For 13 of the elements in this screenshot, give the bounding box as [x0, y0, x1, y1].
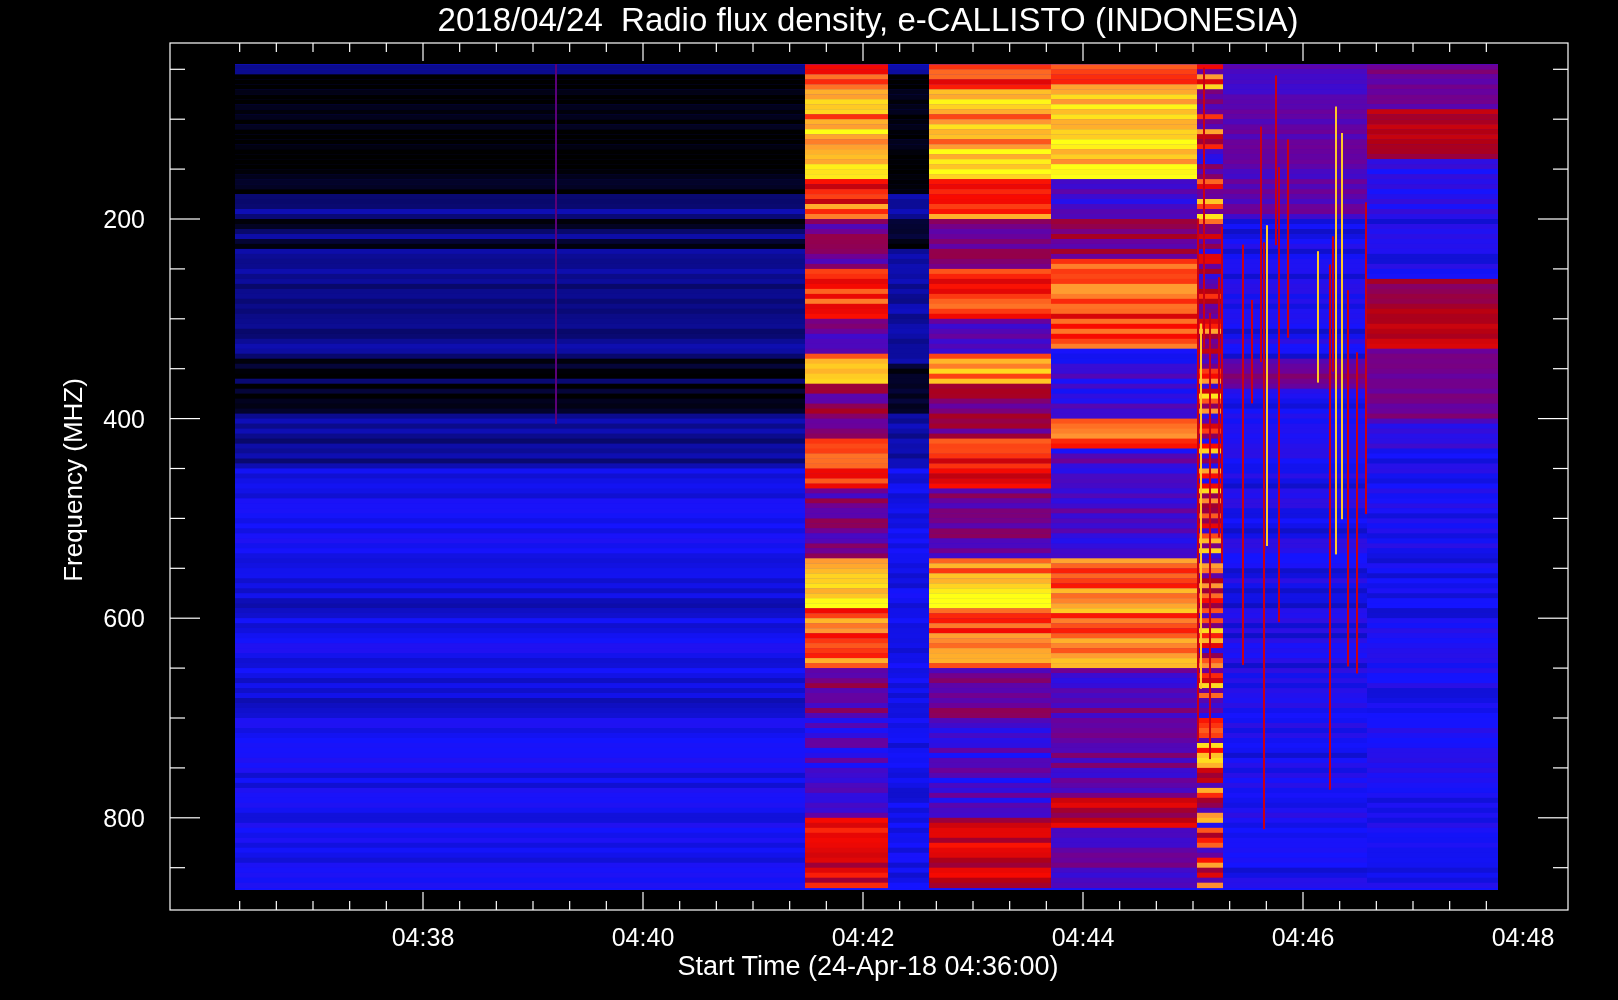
tick-label: 04:44: [1051, 923, 1115, 951]
tick-label: 04:42: [831, 923, 895, 951]
tick-label: 800: [103, 803, 145, 832]
axis-title: Start Time (24-Apr-18 04:36:00): [677, 951, 1059, 981]
tick-label: 400: [103, 404, 145, 433]
axis-title: Frequency (MHZ): [58, 378, 88, 582]
tick-label: 600: [103, 604, 145, 633]
chart-title: 2018/04/24 Radio flux density, e-CALLISTO (INDONESIA): [437, 1, 1299, 38]
tick-label: 04:48: [1491, 923, 1555, 951]
tick-label: 04:38: [391, 923, 455, 951]
tick-label: 04:40: [611, 923, 675, 951]
tick-label: 04:46: [1271, 923, 1335, 951]
tick-label: 200: [103, 205, 145, 233]
